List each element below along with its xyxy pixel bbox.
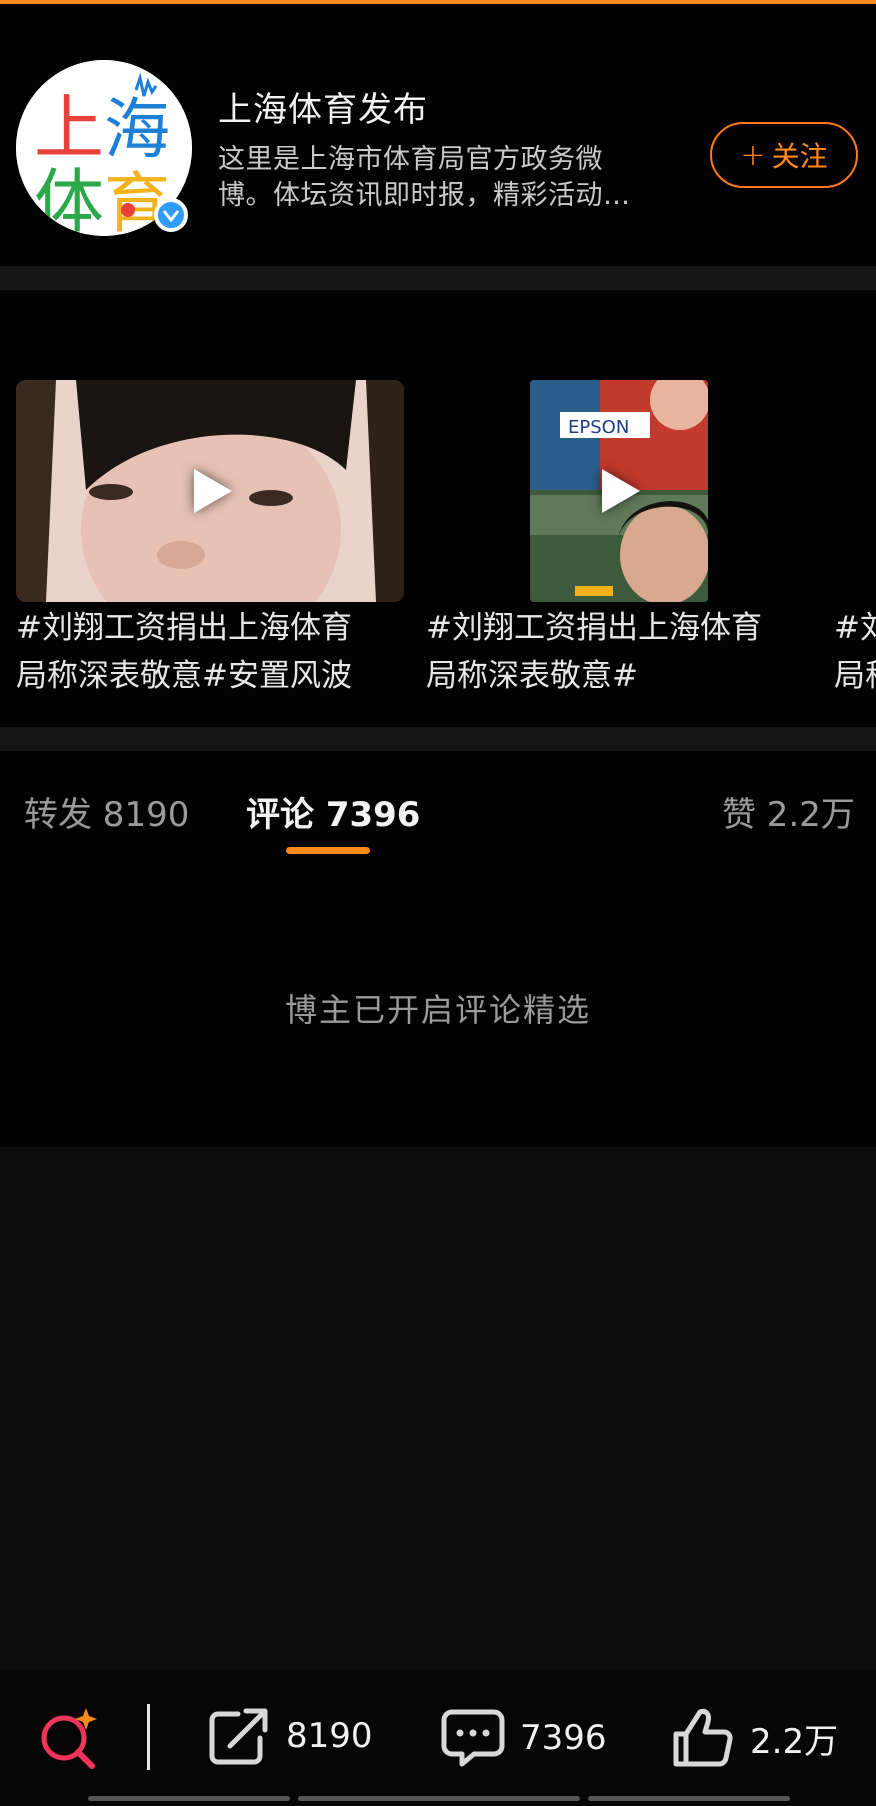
bar-divider	[147, 1704, 150, 1770]
video-title[interactable]: #刘翔工资捐出上海体育 局称深表敬意#安置风波	[16, 604, 352, 700]
bottom-action-bar: 8190 7396 2.2万	[0, 1670, 876, 1806]
comment-button[interactable]: 7396	[440, 1706, 607, 1770]
video-title-line-2: 局称深表敬意#安置风波	[16, 658, 352, 694]
empty-area	[0, 1147, 876, 1670]
scroll-indicator	[88, 1796, 290, 1801]
plus-icon: +	[740, 137, 766, 173]
video-title[interactable]: #刘 局称	[834, 604, 876, 700]
avatar-char-3: 体	[34, 161, 104, 236]
search-button[interactable]	[36, 1704, 102, 1770]
video-thumbnail[interactable]	[16, 380, 404, 602]
related-videos: #刘翔工资捐出上海体育 局称深表敬意#安置风波 EPSON #刘翔工资捐出上海体…	[0, 290, 876, 727]
account-bio: 这里是上海市体育局官方政务微 博。体坛资讯即时报，精彩活动…	[218, 142, 678, 214]
search-sparkle-icon	[41, 1708, 97, 1769]
scroll-indicator	[588, 1796, 790, 1801]
bio-line-1: 这里是上海市体育局官方政务微	[218, 144, 603, 175]
video-title-line-1: #刘翔工资捐出上海体育	[16, 610, 352, 646]
video-title-line-1: #刘	[834, 610, 876, 646]
comment-count: 7396	[520, 1718, 607, 1758]
video-thumbnail[interactable]: EPSON	[530, 380, 708, 602]
bio-line-2: 博。体坛资讯即时报，精彩活动…	[218, 180, 631, 211]
like-count: 2.2万	[750, 1721, 839, 1762]
thumbs-up-icon	[673, 1709, 733, 1767]
thumbnail-brand-text: EPSON	[568, 417, 629, 438]
video-title-line-2: 局称深表敬意#	[426, 658, 638, 694]
section-divider	[0, 727, 876, 751]
comment-bubble-icon	[441, 1709, 505, 1767]
avatar-char-1: 上	[34, 87, 104, 169]
repost-button[interactable]: 8190	[208, 1706, 373, 1766]
tab-comments[interactable]: 评论 7396	[246, 787, 420, 836]
share-icon	[209, 1708, 268, 1765]
avatar-char-2: 海	[104, 91, 170, 168]
video-title-line-1: #刘翔工资捐出上海体育	[426, 610, 762, 646]
tab-repost[interactable]: 转发 8190	[24, 787, 189, 836]
comments-panel: 博主已开启评论精选	[0, 861, 876, 1147]
follow-button[interactable]: + 关注	[710, 122, 858, 188]
play-icon[interactable]	[602, 469, 640, 513]
interaction-tabs: 转发 8190 评论 7396 赞 2.2万	[0, 751, 876, 861]
video-title[interactable]: #刘翔工资捐出上海体育 局称深表敬意#	[426, 604, 762, 700]
profile-card[interactable]: 上 海 体 育 上海体育发布 这里是上海市体育局官方政务微 博。体坛资讯即时报，…	[0, 4, 876, 266]
play-icon[interactable]	[194, 469, 232, 513]
account-name[interactable]: 上海体育发布	[218, 82, 428, 131]
follow-label: 关注	[771, 140, 828, 173]
comments-curated-notice: 博主已开启评论精选	[284, 991, 591, 1029]
verified-badge-icon	[154, 198, 188, 232]
tab-likes[interactable]: 赞 2.2万	[722, 787, 855, 836]
video-title-line-2: 局称	[834, 658, 876, 694]
section-divider	[0, 266, 876, 290]
repost-count: 8190	[286, 1716, 373, 1756]
scroll-indicator	[298, 1796, 580, 1801]
active-tab-indicator	[286, 847, 370, 854]
like-button[interactable]: 2.2万	[670, 1706, 838, 1770]
